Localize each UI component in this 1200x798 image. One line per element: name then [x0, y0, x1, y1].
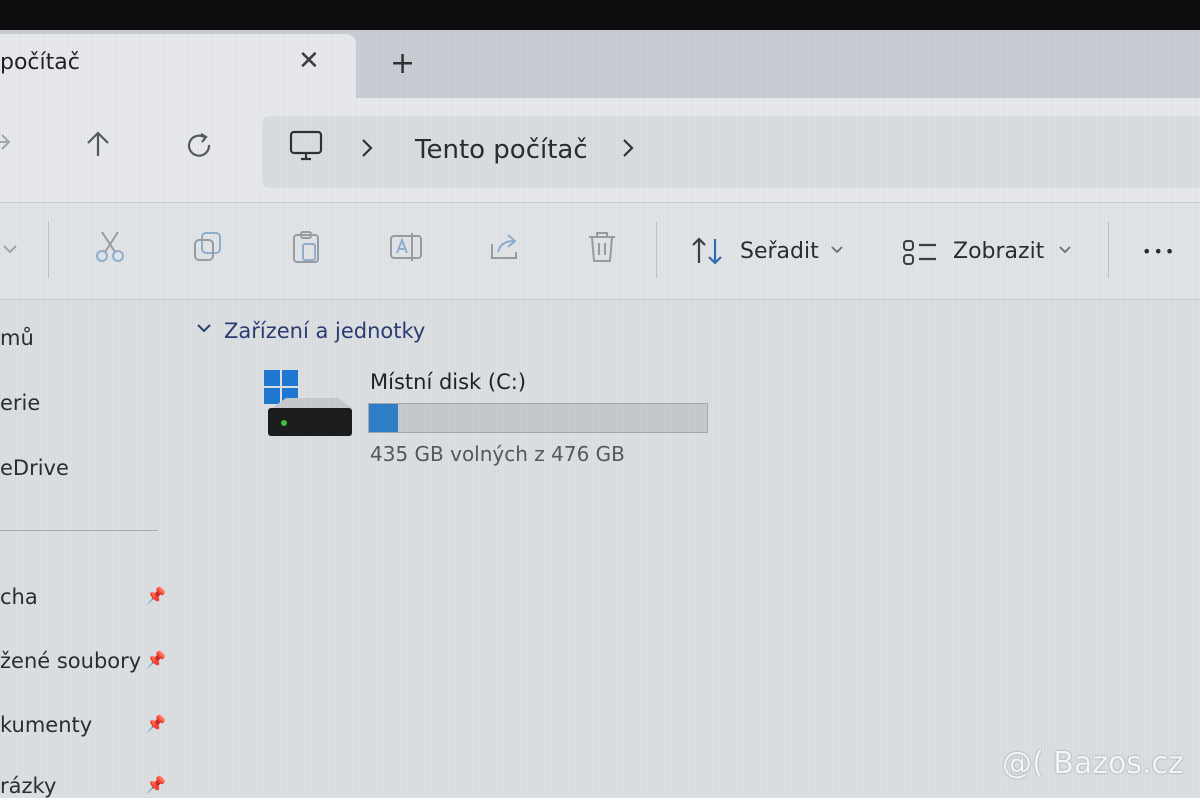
- sidebar-item-onedrive[interactable]: eDrive: [0, 456, 69, 480]
- monitor-icon: [288, 128, 324, 168]
- copy-button[interactable]: [192, 230, 224, 268]
- copy-icon: [194, 232, 221, 261]
- cut-icon: [96, 231, 124, 262]
- watermark: @( Bazos.cz: [1002, 746, 1184, 781]
- breadcrumb-chevron-icon[interactable]: [360, 136, 374, 166]
- view-button[interactable]: [902, 238, 938, 272]
- tab-title: počítač: [0, 50, 80, 75]
- drive-free-space: 435 GB volných z 476 GB: [370, 442, 625, 466]
- pin-icon: 📌: [146, 775, 166, 794]
- cut-button[interactable]: [94, 230, 126, 268]
- chevron-down-icon[interactable]: [830, 240, 844, 259]
- toolbar-divider: [1108, 222, 1109, 278]
- breadcrumb-current[interactable]: Tento počítač: [415, 135, 588, 165]
- breadcrumb-chevron-icon[interactable]: [621, 136, 635, 166]
- drive-usage-bar: [368, 403, 708, 433]
- sort-button[interactable]: [690, 236, 726, 270]
- arrow-right-icon: [0, 134, 11, 150]
- section-collapse-chevron-icon[interactable]: [196, 319, 212, 338]
- delete-button[interactable]: [586, 230, 618, 268]
- paste-button[interactable]: [291, 230, 323, 268]
- share-icon: [491, 234, 517, 259]
- pin-icon: 📌: [146, 650, 166, 669]
- rename-button[interactable]: [388, 230, 424, 268]
- toolbar-divider: [656, 222, 657, 278]
- screen-bezel: [0, 0, 1200, 30]
- refresh-button[interactable]: [186, 132, 214, 167]
- pin-icon: 📌: [146, 586, 166, 605]
- hard-drive-icon: [266, 396, 354, 442]
- arrow-up-icon: [87, 131, 109, 156]
- drive-usage-fill: [369, 404, 399, 432]
- sidebar-item-home[interactable]: mů: [0, 326, 34, 350]
- sidebar-item-documents[interactable]: kumenty: [0, 713, 92, 737]
- toolbar-divider: [48, 222, 49, 278]
- new-tab-button[interactable]: +: [390, 46, 415, 81]
- paste-icon: [293, 231, 319, 263]
- pin-icon: 📌: [146, 714, 166, 733]
- sidebar-item-desktop[interactable]: cha: [0, 585, 38, 609]
- up-button[interactable]: [85, 130, 111, 165]
- view-label[interactable]: Zobrazit: [953, 239, 1044, 264]
- more-options-button[interactable]: •••: [1142, 242, 1176, 261]
- new-dropdown-caret[interactable]: [2, 240, 18, 259]
- sidebar-item-gallery[interactable]: erie: [0, 391, 40, 415]
- forward-button[interactable]: [0, 128, 14, 161]
- sidebar-item-downloads[interactable]: žené soubory: [0, 649, 141, 673]
- refresh-icon: [187, 133, 211, 157]
- sort-icon: [692, 237, 722, 265]
- rename-icon: [390, 233, 422, 261]
- tab-close-button[interactable]: ✕: [298, 46, 320, 76]
- drive-name: Místní disk (C:): [370, 370, 527, 394]
- delete-icon: [589, 232, 615, 262]
- chevron-down-icon: [3, 245, 17, 254]
- address-bar[interactable]: [262, 116, 1200, 188]
- sidebar-item-pictures[interactable]: rázky: [0, 774, 56, 798]
- sort-label[interactable]: Seřadit: [740, 239, 819, 264]
- section-title-devices[interactable]: Zařízení a jednotky: [224, 319, 425, 343]
- sidebar-separator: [0, 530, 158, 531]
- view-list-icon: [903, 240, 936, 265]
- chevron-down-icon[interactable]: [1058, 240, 1072, 259]
- share-button[interactable]: [488, 230, 522, 268]
